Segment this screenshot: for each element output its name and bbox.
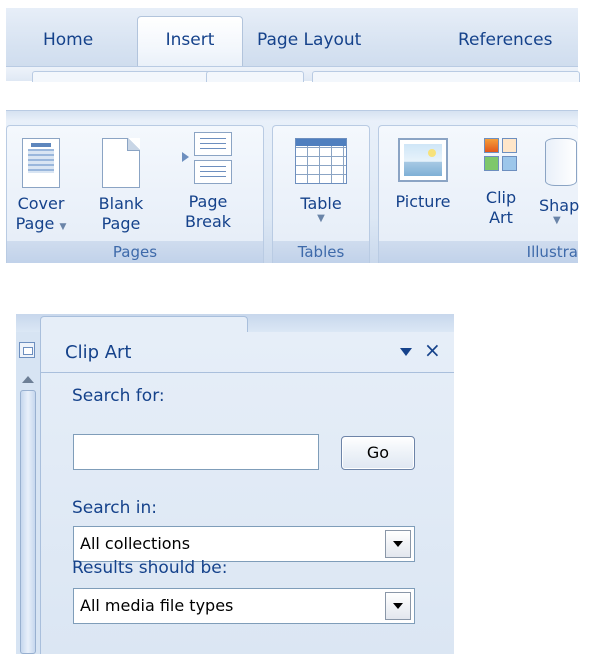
tab-references[interactable]: References bbox=[458, 30, 552, 50]
picture-icon bbox=[398, 138, 448, 182]
pane-title: Clip Art bbox=[65, 342, 132, 363]
tables-group-label: Tables bbox=[273, 241, 369, 263]
blank-page-button[interactable]: Blank Page bbox=[91, 138, 151, 234]
search-in-value: All collections bbox=[80, 534, 191, 553]
tab-page-layout[interactable]: Page Layout bbox=[257, 30, 361, 50]
ribbon-edge-segment bbox=[32, 71, 214, 82]
clip-art-tile bbox=[502, 156, 517, 171]
cover-page-label-2: Page bbox=[15, 214, 55, 233]
search-in-label: Search in: bbox=[72, 498, 158, 518]
page-break-icon bbox=[180, 130, 236, 186]
ribbon-tab-bar: Home Insert Page Layout References bbox=[6, 8, 580, 82]
ribbon-edge-segment bbox=[206, 71, 304, 82]
page-break-arrow bbox=[182, 152, 189, 162]
clip-art-tile bbox=[502, 138, 517, 153]
tab-insert-label: Insert bbox=[165, 30, 215, 50]
search-for-label: Search for: bbox=[72, 386, 165, 406]
chevron-down-icon: ▼ bbox=[59, 222, 67, 232]
dropdown-arrow-icon[interactable] bbox=[385, 530, 411, 558]
shapes-label: Shap bbox=[539, 196, 579, 215]
go-button[interactable]: Go bbox=[341, 436, 415, 470]
pane-menu-icon[interactable] bbox=[400, 348, 412, 356]
insert-ribbon: Cover Page ▼ Blank Page Page Break Pages… bbox=[6, 110, 579, 263]
pane-top-edge bbox=[16, 314, 454, 333]
illustrations-group: Picture Clip Art Shap ▼ Illustra bbox=[378, 125, 579, 263]
clip-art-tile bbox=[484, 138, 499, 153]
shapes-button[interactable]: Shap ▼ bbox=[539, 138, 579, 226]
picture-button[interactable]: Picture bbox=[385, 138, 461, 212]
page-break-label-1: Page bbox=[188, 192, 228, 211]
results-should-be-label: Results should be: bbox=[72, 558, 228, 578]
cover-page-label-1: Cover bbox=[17, 194, 65, 213]
blank-page-label-1: Blank bbox=[98, 194, 144, 213]
scrollbar-thumb[interactable] bbox=[20, 390, 36, 654]
clip-art-tile bbox=[484, 156, 499, 171]
clip-art-task-pane: Clip Art × Search for: Go Search in: All… bbox=[16, 314, 454, 654]
chevron-down-icon: ▼ bbox=[317, 213, 325, 224]
blank-page-icon bbox=[102, 138, 140, 188]
clip-art-pane-icon bbox=[19, 342, 35, 358]
tab-insert[interactable]: Insert bbox=[137, 16, 243, 70]
table-label: Table bbox=[300, 194, 342, 213]
cover-page-icon bbox=[22, 138, 60, 188]
tab-home[interactable]: Home bbox=[43, 30, 93, 50]
shapes-icon bbox=[545, 138, 577, 186]
page-break-page-bottom bbox=[194, 160, 232, 184]
scroll-up-icon[interactable] bbox=[22, 376, 34, 383]
clip-art-icon bbox=[484, 138, 518, 172]
search-in-select[interactable]: All collections bbox=[73, 526, 415, 562]
page-break-label-2: Break bbox=[184, 212, 232, 231]
pane-tab-edge bbox=[40, 316, 248, 333]
pane-body: Clip Art × Search for: Go Search in: All… bbox=[41, 332, 454, 654]
search-input[interactable] bbox=[73, 434, 319, 470]
ribbon-edge-segment bbox=[312, 71, 580, 82]
illustrations-group-label: Illustra bbox=[379, 241, 578, 263]
chevron-down-icon: ▼ bbox=[553, 215, 561, 226]
cover-page-label-2-row: Page ▼ bbox=[11, 214, 71, 237]
table-icon bbox=[295, 138, 347, 184]
picture-label: Picture bbox=[395, 192, 451, 211]
vertical-scrollbar[interactable] bbox=[16, 332, 41, 654]
blank-page-label-2: Page bbox=[101, 214, 141, 233]
tables-group: Table ▼ Tables bbox=[272, 125, 370, 263]
page-break-button[interactable]: Page Break bbox=[173, 130, 243, 232]
table-button[interactable]: Table ▼ bbox=[291, 138, 351, 224]
page-break-page-top bbox=[194, 132, 232, 156]
clip-art-button[interactable]: Clip Art bbox=[475, 138, 527, 228]
ribbon-top-band bbox=[6, 111, 578, 121]
pane-header-divider bbox=[41, 372, 454, 373]
clip-art-label-2: Art bbox=[489, 208, 513, 227]
cover-page-button[interactable]: Cover Page ▼ bbox=[11, 138, 71, 237]
results-type-value: All media file types bbox=[80, 596, 234, 615]
dropdown-arrow-icon[interactable] bbox=[385, 592, 411, 620]
close-icon[interactable]: × bbox=[424, 338, 441, 362]
ribbon-edge bbox=[6, 66, 580, 82]
clip-art-label-1: Clip bbox=[485, 188, 517, 207]
results-type-select[interactable]: All media file types bbox=[73, 588, 415, 624]
pages-group: Cover Page ▼ Blank Page Page Break Pages bbox=[6, 125, 264, 263]
pages-group-label: Pages bbox=[7, 241, 263, 263]
